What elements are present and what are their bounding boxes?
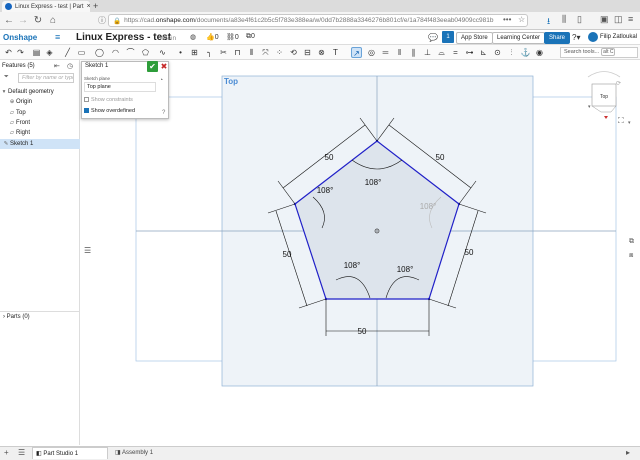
parts-list-header[interactable]: › Parts (0) [3, 314, 30, 320]
sketch-dialog-title: Sketch 1 [85, 63, 109, 69]
hide-panel-icon[interactable]: ⇤ [54, 62, 60, 70]
configurations-panel-icon[interactable]: ⧈ [629, 252, 633, 260]
angle-dimension-top: 108° [365, 178, 382, 187]
length-dimension-top-left: 50 [325, 153, 334, 162]
help-icon[interactable]: ? [162, 110, 165, 116]
tab-assembly-1[interactable]: ◨ Assembly 1 [112, 447, 172, 459]
checkbox-icon [84, 97, 89, 102]
length-dimension-bottom: 50 [358, 327, 367, 336]
tree-item-sketch-1[interactable]: ✎ Sketch 1 [0, 139, 80, 149]
checkbox-checked-icon [84, 108, 89, 113]
tree-item-origin[interactable]: ⊕ Origin [0, 97, 80, 107]
filter-icon[interactable]: ⏷ [4, 74, 9, 81]
tab-part-studio-1[interactable]: ◧ Part Studio 1 [32, 447, 108, 459]
view-cube-rotate-icon[interactable]: ⟳ [616, 80, 621, 87]
checkmark-icon: ✔ [149, 62, 156, 71]
history-icon[interactable]: ◷ [67, 62, 73, 70]
length-dimension-left: 50 [283, 250, 292, 259]
feature-list-toggle-icon[interactable]: ☰ [84, 246, 91, 255]
plane-label: Top [224, 77, 239, 86]
parts-divider [0, 311, 80, 312]
tree-item-top[interactable]: ▱ Top [0, 108, 80, 118]
tree-item-right[interactable]: ▱ Right [0, 128, 80, 138]
features-header: Features (5) [2, 63, 35, 69]
origin-center [376, 230, 378, 232]
plane-icon: ▱ [9, 120, 15, 126]
angle-dimension-left: 108° [317, 186, 334, 195]
caret-right-icon: › [3, 314, 5, 320]
angle-dimension-right: 108° [420, 202, 437, 211]
tab-list-icon[interactable]: ☰ [18, 448, 25, 457]
sketch-icon: ✎ [3, 141, 9, 147]
tab-scroll-icon[interactable]: ▸ [626, 448, 630, 457]
length-dimension-top-right: 50 [436, 153, 445, 162]
appearance-panel-icon[interactable]: ⧉ [629, 238, 634, 246]
insert-tab-icon[interactable]: + [4, 448, 9, 457]
view-cube-menu-icon[interactable]: ▾ [588, 104, 591, 110]
show-constraints-checkbox[interactable]: Show constraints [84, 97, 133, 103]
angle-dimension-bottom-right: 108° [397, 265, 414, 274]
tree-item-default-geometry[interactable]: ▾ Default geometry [0, 87, 80, 97]
plane-select-icon[interactable]: ◔ [159, 77, 163, 84]
caret-down-icon[interactable]: ▾ [0, 87, 8, 97]
plane-icon: ▱ [9, 130, 15, 136]
feature-filter-input[interactable]: Filter by name or type [18, 73, 74, 83]
sketch-plane-label: Sketch plane [84, 76, 111, 81]
cancel-button[interactable]: ✖ [159, 61, 169, 72]
part-studio-icon: ◧ [36, 451, 42, 457]
show-overdefined-checkbox[interactable]: Show overdefined [84, 108, 135, 114]
origin-icon: ⊕ [9, 99, 15, 105]
view-cube-label[interactable]: Top [600, 94, 608, 100]
angle-dimension-bottom-left: 108° [344, 261, 361, 270]
plane-icon: ▱ [9, 110, 15, 116]
length-dimension-right: 50 [465, 248, 474, 257]
sketch-plane-field[interactable]: Top plane [84, 82, 156, 92]
assembly-icon: ◨ [115, 450, 121, 456]
view-cube-axis-marker [604, 116, 608, 119]
view-options-icon[interactable]: ⛶ [618, 116, 624, 126]
view-options-caret-icon[interactable]: ▾ [628, 120, 631, 126]
close-icon: ✖ [160, 62, 168, 71]
accept-button[interactable]: ✔ [147, 61, 158, 72]
view-cube-rotate-arc [587, 71, 621, 78]
tree-item-front[interactable]: ▱ Front [0, 118, 80, 128]
